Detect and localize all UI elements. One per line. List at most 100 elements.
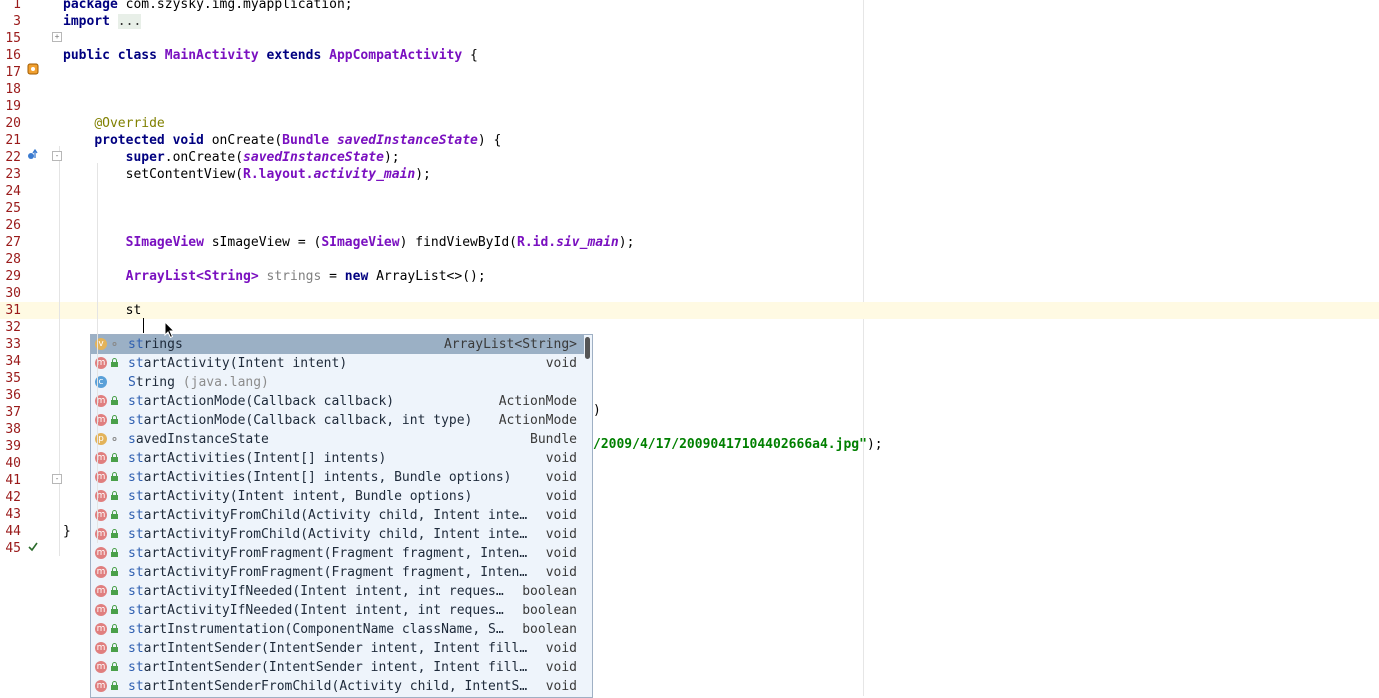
- code-line[interactable]: 16 public class MainActivity extends AppC…: [0, 47, 1379, 64]
- code-line[interactable]: 23 setContentView(R.layout.activity_main…: [0, 166, 1379, 183]
- completion-label: startActivityIfNeeded(Intent intent, int…: [128, 584, 504, 599]
- override-gutter-icon[interactable]: [27, 148, 39, 163]
- code-line[interactable]: 31 st: [0, 302, 1379, 319]
- method-icon: m: [95, 566, 107, 578]
- completion-item[interactable]: p savedInstanceState Bundle: [91, 430, 584, 449]
- line-number: 30: [5, 286, 21, 301]
- public-lock-icon: [110, 567, 119, 577]
- code-text: import ...: [63, 14, 142, 29]
- completion-type: void: [545, 508, 577, 523]
- completion-label: startInstrumentation(ComponentName class…: [128, 622, 504, 637]
- code-line[interactable]: 1 package com.szysky.img.myapplication;: [0, 0, 1379, 13]
- line-number: 20: [5, 116, 21, 131]
- public-lock-icon: [110, 643, 119, 653]
- completion-type: Bundle: [530, 432, 577, 447]
- code-text: }: [63, 524, 71, 539]
- public-lock-icon: [110, 396, 119, 406]
- completion-item[interactable]: m startActivities(Intent[] intents, Bundl…: [91, 468, 584, 487]
- completion-item[interactable]: m startIntentSender(IntentSender intent, …: [91, 639, 584, 658]
- completion-type: boolean: [522, 622, 577, 637]
- code-line[interactable]: 26: [0, 217, 1379, 234]
- completion-item[interactable]: c String (java.lang): [91, 373, 584, 392]
- folded-imports[interactable]: ...: [117, 14, 142, 29]
- method-icon: m: [95, 547, 107, 559]
- completion-scrollbar[interactable]: [585, 337, 590, 359]
- code-line[interactable]: 24: [0, 183, 1379, 200]
- line-number: 29: [5, 269, 21, 284]
- line-number: 22: [5, 150, 21, 165]
- code-fragment-line-36: ): [593, 403, 601, 418]
- code-line[interactable]: 28: [0, 251, 1379, 268]
- code-line[interactable]: 3 import ...: [0, 13, 1379, 30]
- code-text: SImageView sImageView = (SImageView) fin…: [125, 235, 635, 250]
- code-line[interactable]: 22 super.onCreate(savedInstanceState);: [0, 149, 1379, 166]
- code-completion-popup[interactable]: v strings ArrayList<String> m startActivity(…: [90, 334, 593, 698]
- public-lock-icon: [110, 358, 119, 368]
- line-number: 42: [5, 490, 21, 505]
- line-number: 24: [5, 184, 21, 199]
- text-caret: [143, 318, 144, 333]
- public-lock-icon: [110, 472, 119, 482]
- method-icon: m: [95, 680, 107, 692]
- fold-toggle-icon[interactable]: -: [52, 151, 62, 161]
- public-lock-icon: [110, 529, 119, 539]
- public-lock-icon: [110, 415, 119, 425]
- code-line[interactable]: 21 protected void onCreate(Bundle savedI…: [0, 132, 1379, 149]
- fold-toggle-icon[interactable]: +: [52, 32, 62, 42]
- line-number: 21: [5, 133, 21, 148]
- line-number: 1: [13, 0, 21, 12]
- completion-label: String (java.lang): [128, 375, 269, 390]
- completion-item[interactable]: m startActivityFromFragment(Fragment frag…: [91, 544, 584, 563]
- code-line[interactable]: 27 SImageView sImageView = (SImageView) …: [0, 234, 1379, 251]
- code-line[interactable]: 29 ArrayList<String> strings = new Array…: [0, 268, 1379, 285]
- completion-label: savedInstanceState: [128, 432, 269, 447]
- completion-label: startActivityFromFragment(Fragment fragm…: [128, 565, 528, 580]
- completion-item[interactable]: m startActivityIfNeeded(Intent intent, in…: [91, 601, 584, 620]
- code-line[interactable]: 20 @Override: [0, 115, 1379, 132]
- code-line[interactable]: 30: [0, 285, 1379, 302]
- completion-type: ActionMode: [498, 413, 577, 428]
- completion-item[interactable]: m startActionMode(Callback callback) Actio…: [91, 392, 584, 411]
- completion-label: startIntentSender(IntentSender intent, I…: [128, 641, 528, 656]
- completion-item[interactable]: m startActivityIfNeeded(Intent intent, in…: [91, 582, 584, 601]
- line-number: 39: [5, 439, 21, 454]
- completion-type: void: [545, 527, 577, 542]
- public-lock-icon: [110, 491, 119, 501]
- code-line[interactable]: 25: [0, 200, 1379, 217]
- code-line[interactable]: 17: [0, 64, 1379, 81]
- completion-item[interactable]: m startActivityFromChild(Activity child, …: [91, 525, 584, 544]
- completion-item[interactable]: m startActivity(Intent intent) void: [91, 354, 584, 373]
- line-number: 27: [5, 235, 21, 250]
- completion-item[interactable]: m startActivity(Intent intent, Bundle opt…: [91, 487, 584, 506]
- code-line[interactable]: 18: [0, 81, 1379, 98]
- code-line[interactable]: 15: [0, 30, 1379, 47]
- public-lock-icon: [110, 510, 119, 520]
- line-number: 35: [5, 371, 21, 386]
- line-number: 40: [5, 456, 21, 471]
- completion-label: startActionMode(Callback callback, int t…: [128, 413, 473, 428]
- line-number: 18: [5, 82, 21, 97]
- line-number: 16: [5, 48, 21, 63]
- method-icon: m: [95, 642, 107, 654]
- completion-type: boolean: [522, 603, 577, 618]
- completion-item[interactable]: m startActionMode(Callback callback, int …: [91, 411, 584, 430]
- completion-item[interactable]: m startActivities(Intent[] intents) void: [91, 449, 584, 468]
- completion-item[interactable]: m startActivityFromFragment(Fragment frag…: [91, 563, 584, 582]
- activity-gutter-icon[interactable]: [27, 63, 39, 77]
- line-number: 31: [5, 303, 21, 318]
- line-number: 3: [13, 14, 21, 29]
- code-line[interactable]: 19: [0, 98, 1379, 115]
- completion-item[interactable]: m startActivityFromChild(Activity child, …: [91, 506, 584, 525]
- fold-toggle-icon[interactable]: -: [52, 474, 62, 484]
- completion-item[interactable]: m startInstrumentation(ComponentName clas…: [91, 620, 584, 639]
- indent-guide: [97, 163, 98, 543]
- method-icon: m: [95, 623, 107, 635]
- completion-item[interactable]: m startIntentSender(IntentSender intent, …: [91, 658, 584, 677]
- code-text: super.onCreate(savedInstanceState);: [125, 150, 400, 165]
- completion-item[interactable]: m startIntentSenderFromChild(Activity chi…: [91, 677, 584, 696]
- code-text: protected void onCreate(Bundle savedInst…: [94, 133, 502, 148]
- completion-label: startActivityFromFragment(Fragment fragm…: [128, 546, 528, 561]
- code-text: setContentView(R.layout.activity_main);: [125, 167, 431, 182]
- public-lock-icon: [110, 662, 119, 672]
- completion-type: ArrayList<String>: [443, 337, 577, 352]
